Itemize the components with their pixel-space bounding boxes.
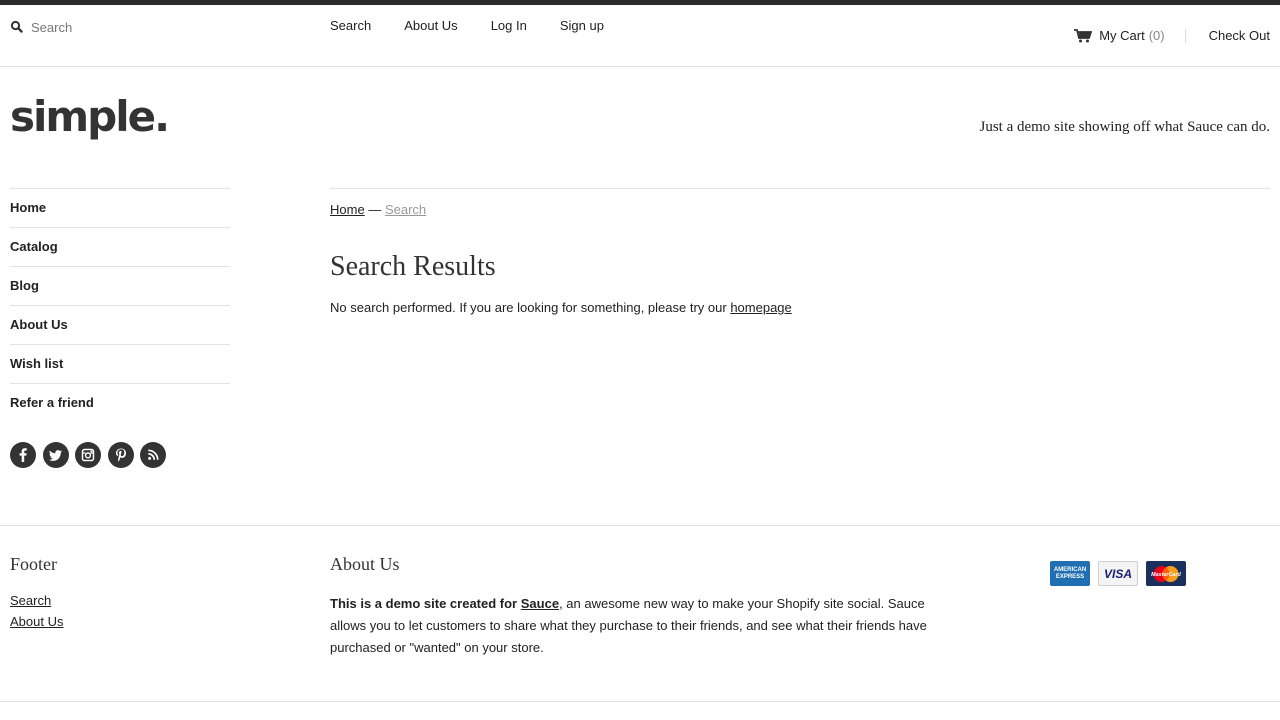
top-link-sign-up[interactable]: Sign up [560, 18, 604, 33]
breadcrumb-home-link[interactable]: Home [330, 202, 365, 217]
footer-link-search[interactable]: Search [10, 593, 270, 608]
twitter-icon[interactable] [42, 442, 69, 468]
footer-links-column: Footer Search About Us [10, 554, 270, 635]
facebook-icon[interactable] [10, 442, 36, 468]
site-tagline: Just a demo site showing off what Sauce … [979, 119, 1270, 135]
search-result-message: No search performed. If you are looking … [330, 300, 792, 315]
breadcrumb-separator: — [368, 202, 382, 217]
top-nav: Search About Us Log In Sign up [330, 18, 637, 33]
footer-bottom-divider [0, 701, 1280, 702]
main-divider [330, 188, 1270, 189]
top-link-log-in[interactable]: Log In [491, 18, 527, 33]
cart-icon [1074, 28, 1093, 43]
site-logo[interactable]: simple. [10, 96, 170, 138]
homepage-link[interactable]: homepage [730, 300, 791, 315]
sidebar-item-catalog[interactable]: Catalog [10, 228, 230, 267]
mastercard-label: MasterCard [1151, 572, 1181, 578]
footer-about-title: About Us [330, 554, 400, 574]
my-cart-label: My Cart [1099, 28, 1145, 43]
sidebar-item-refer-a-friend[interactable]: Refer a friend [10, 384, 230, 423]
payment-methods: AMERICAN EXPRESS VISA MasterCard [1050, 561, 1194, 586]
amex-card-icon: AMERICAN EXPRESS [1050, 561, 1090, 586]
result-message-text: No search performed. If you are looking … [330, 300, 727, 315]
about-bold-text: This is a demo site created for Sauce [330, 596, 559, 611]
cart-count: (0) [1148, 28, 1165, 43]
my-cart-link[interactable]: My Cart (0) [1074, 28, 1165, 43]
search-box [10, 17, 270, 37]
sauce-link[interactable]: Sauce [521, 596, 559, 611]
search-icon[interactable] [10, 20, 24, 34]
sidebar-item-home[interactable]: Home [10, 189, 230, 228]
mastercard-card-icon: MasterCard [1146, 561, 1186, 586]
sidebar-item-wish-list[interactable]: Wish list [10, 345, 230, 384]
pinterest-icon[interactable] [107, 442, 134, 468]
visa-card-icon: VISA [1098, 561, 1138, 586]
page-title: Search Results [330, 251, 496, 282]
check-out-link[interactable]: Check Out [1209, 28, 1270, 43]
footer-about-text: This is a demo site created for Sauce, a… [330, 593, 950, 659]
instagram-icon[interactable] [75, 442, 101, 468]
social-links [10, 442, 173, 468]
footer-top-divider [0, 525, 1280, 526]
search-input[interactable] [31, 19, 251, 35]
cart-area: My Cart (0) Check Out [1074, 28, 1270, 43]
top-link-search[interactable]: Search [330, 18, 371, 33]
cart-separator [1184, 28, 1186, 43]
top-link-about-us[interactable]: About Us [404, 18, 457, 33]
rss-icon[interactable] [140, 442, 166, 468]
visa-label: VISA [1103, 566, 1132, 581]
amex-label: AMERICAN EXPRESS [1053, 566, 1087, 580]
sidebar-item-about-us[interactable]: About Us [10, 306, 230, 345]
footer-link-about-us[interactable]: About Us [10, 614, 270, 629]
sidebar-item-blog[interactable]: Blog [10, 267, 230, 306]
footer-column-title: Footer [10, 554, 57, 574]
breadcrumb-current-link[interactable]: Search [385, 202, 426, 217]
header-bar: Search About Us Log In Sign up My Cart (… [0, 5, 1280, 67]
footer-about-column: About Us This is a demo site created for… [330, 554, 950, 659]
breadcrumb: Home — Search [330, 202, 426, 217]
about-bold-label: This is a demo site created for [330, 596, 518, 611]
sidebar-nav: Home Catalog Blog About Us Wish list Ref… [10, 188, 230, 423]
